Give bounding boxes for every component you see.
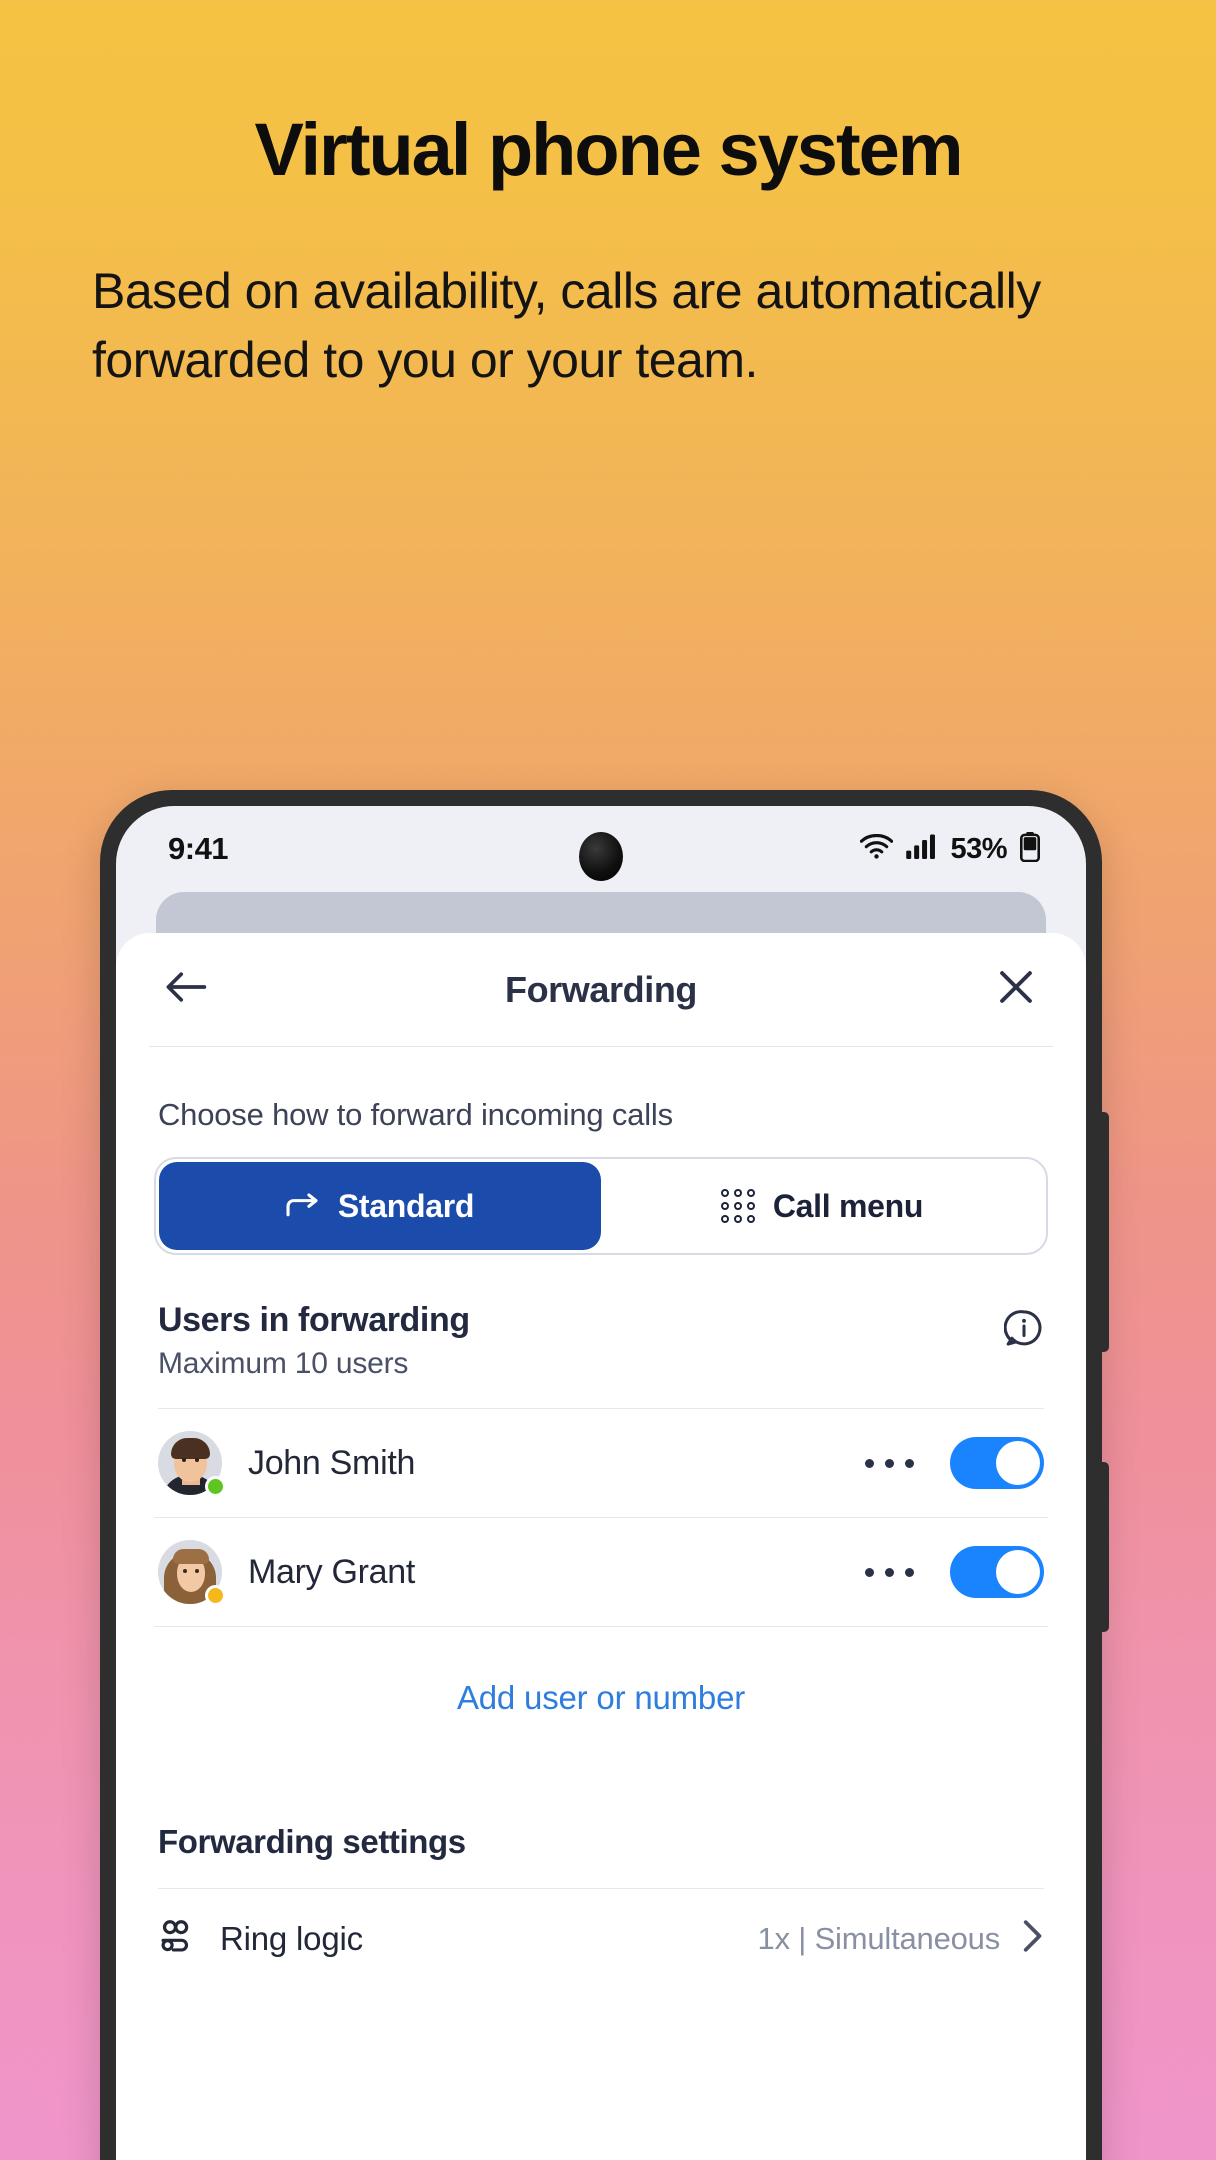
- battery-icon: [1019, 831, 1040, 867]
- add-user-or-number-link[interactable]: Add user or number: [154, 1679, 1048, 1717]
- hero-section: Virtual phone system Based on availabili…: [0, 0, 1216, 395]
- list-item: John Smith: [248, 1443, 416, 1482]
- header-divider: [149, 1046, 1053, 1047]
- users-section-header: Users in forwarding Maximum 10 users: [158, 1301, 1044, 1381]
- phone-screen: 9:41 53% Forwarding Choose how to forwar…: [116, 806, 1086, 2160]
- segment-standard[interactable]: Standard: [159, 1162, 601, 1250]
- dial-pad-grid-icon: [720, 1189, 755, 1223]
- sheet-body: Choose how to forward incoming calls Sta…: [116, 1097, 1086, 1958]
- sheet-header: Forwarding: [116, 933, 1086, 1046]
- sheet-title: Forwarding: [505, 968, 697, 1010]
- more-options-button[interactable]: [865, 1458, 914, 1468]
- segment-call-menu[interactable]: Call menu: [601, 1162, 1043, 1250]
- avatar: [158, 1540, 226, 1606]
- table-row[interactable]: Mary Grant: [154, 1518, 1048, 1627]
- avatar: [158, 1431, 226, 1497]
- info-bubble-icon: [1003, 1310, 1044, 1353]
- phone-mockup: 9:41 53% Forwarding Choose how to forwar…: [100, 790, 1109, 2160]
- battery-percent-label: 53%: [950, 832, 1007, 865]
- forward-arrow-icon: [286, 1188, 320, 1225]
- more-options-button[interactable]: [865, 1567, 914, 1577]
- status-indicators: 53%: [860, 831, 1040, 867]
- users-section-title: Users in forwarding: [158, 1301, 470, 1339]
- status-bar: 9:41 53%: [116, 806, 1086, 892]
- list-item: Mary Grant: [248, 1552, 416, 1591]
- table-row[interactable]: John Smith: [154, 1409, 1048, 1518]
- setting-value: 1x | Simultaneous: [757, 1920, 1001, 1956]
- users-section-subtitle: Maximum 10 users: [158, 1347, 409, 1380]
- toggle-knob: [996, 1441, 1040, 1485]
- back-button[interactable]: [158, 962, 214, 1018]
- segment-standard-label: Standard: [337, 1187, 475, 1224]
- volume-button[interactable]: [1100, 1112, 1109, 1352]
- setting-label: Ring logic: [220, 1919, 363, 1957]
- ring-logic-icon: [158, 1919, 198, 1958]
- segment-call-menu-label: Call menu: [772, 1187, 924, 1224]
- power-button[interactable]: [1100, 1462, 1109, 1632]
- close-icon: [998, 969, 1034, 1010]
- forward-mode-segmented-control: Standard Call menu: [154, 1157, 1048, 1255]
- status-badge: [205, 1476, 226, 1497]
- setting-row-ring-logic[interactable]: Ring logic 1x | Simultaneous: [154, 1889, 1048, 1958]
- front-camera-punchhole: [579, 832, 623, 881]
- back-arrow-icon: [165, 971, 207, 1008]
- page-title: Virtual phone system: [254, 108, 963, 191]
- toggle-knob: [996, 1550, 1040, 1594]
- forwarding-settings-title: Forwarding settings: [158, 1823, 466, 1860]
- user-toggle[interactable]: [950, 1546, 1044, 1598]
- status-badge: [205, 1585, 226, 1606]
- hero-subtitle: Based on availability, calls are automat…: [92, 263, 1041, 388]
- chevron-right-icon: [1022, 1919, 1044, 1958]
- wifi-icon: [860, 833, 894, 864]
- user-toggle[interactable]: [950, 1437, 1044, 1489]
- forwarding-sheet: Forwarding Choose how to forward incomin…: [116, 933, 1086, 2160]
- info-button[interactable]: [1003, 1309, 1044, 1354]
- close-button[interactable]: [988, 962, 1044, 1018]
- cellular-signal-icon: [906, 834, 937, 864]
- users-header-text: Users in forwarding Maximum 10 users: [158, 1301, 470, 1381]
- choose-forward-label: Choose how to forward incoming calls: [158, 1097, 673, 1132]
- status-time: 9:41: [168, 831, 229, 866]
